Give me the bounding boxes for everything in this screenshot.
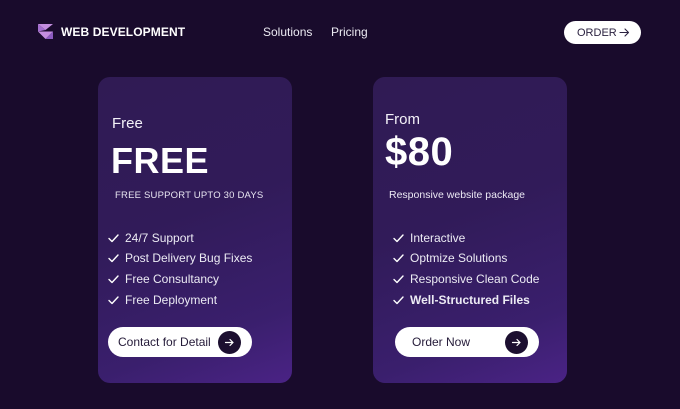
- feature-item: Free Deployment: [108, 293, 217, 307]
- cta-arrow: [505, 331, 528, 354]
- feature-label: 24/7 Support: [125, 231, 194, 245]
- check-icon: [393, 253, 404, 262]
- check-icon: [108, 233, 119, 242]
- feature-label: Interactive: [410, 231, 466, 245]
- arrow-right-icon: [224, 338, 234, 347]
- contact-for-detail-button[interactable]: Contact for Detail: [108, 327, 252, 357]
- check-icon: [393, 274, 404, 283]
- feature-item: Optmize Solutions: [393, 251, 507, 265]
- plan-subtitle: FREE SUPPORT UPTO 30 DAYS: [115, 190, 264, 201]
- order-button[interactable]: ORDER: [564, 21, 641, 44]
- feature-label: Well-Structured Files: [410, 293, 530, 307]
- plan-label: From: [385, 111, 420, 128]
- feature-label: Optmize Solutions: [410, 251, 508, 265]
- pricing-card-paid: From $80 Responsive website package Inte…: [373, 77, 567, 383]
- plan-price: FREE: [111, 140, 210, 181]
- feature-item: Well-Structured Files: [393, 293, 530, 307]
- plan-label: Free: [112, 115, 143, 132]
- feature-item: Interactive: [393, 231, 465, 245]
- arrow-right-icon: [619, 28, 630, 37]
- cta-arrow: [218, 331, 241, 354]
- feature-item: Responsive Clean Code: [393, 272, 539, 286]
- pricing-card-free: Free FREE FREE SUPPORT UPTO 30 DAYS 24/7…: [98, 77, 292, 383]
- brand-name[interactable]: WEB DEVELOPMENT: [61, 25, 185, 39]
- feature-item: Free Consultancy: [108, 272, 219, 286]
- feature-item: 24/7 Support: [108, 231, 194, 245]
- check-icon: [108, 253, 119, 262]
- order-button-label: ORDER: [577, 26, 617, 39]
- feature-label: Free Deployment: [125, 293, 218, 307]
- nav-pricing[interactable]: Pricing: [331, 25, 368, 39]
- feature-item: Post Delivery Bug Fixes: [108, 251, 252, 265]
- feature-label: Post Delivery Bug Fixes: [125, 251, 253, 265]
- feature-label: Free Consultancy: [125, 272, 220, 286]
- nav-solutions[interactable]: Solutions: [263, 25, 312, 39]
- order-now-button[interactable]: Order Now: [395, 327, 539, 357]
- check-icon: [108, 295, 119, 304]
- cta-label: Contact for Detail: [118, 335, 211, 349]
- plan-price: $80: [385, 130, 454, 174]
- check-icon: [108, 274, 119, 283]
- cta-label: Order Now: [412, 335, 471, 349]
- plan-subtitle: Responsive website package: [389, 189, 525, 201]
- top-nav: WEB DEVELOPMENT Solutions Pricing ORDER: [0, 0, 680, 64]
- check-icon: [393, 295, 404, 304]
- check-icon: [393, 233, 404, 242]
- logo-icon[interactable]: [38, 24, 53, 39]
- arrow-right-icon: [511, 338, 521, 347]
- feature-label: Responsive Clean Code: [410, 272, 540, 286]
